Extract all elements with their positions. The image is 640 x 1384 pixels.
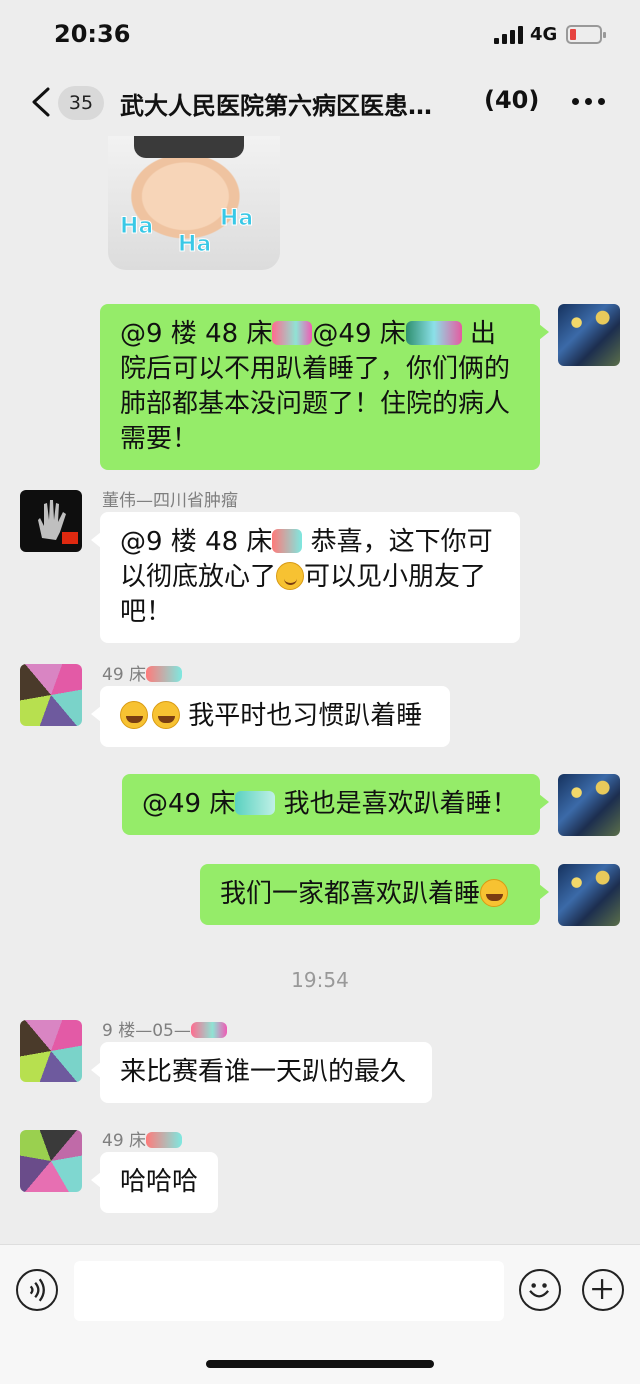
sticker-text: Ha	[119, 214, 154, 240]
sender-name: 49 床	[102, 1126, 183, 1151]
sender-name: 49 床	[102, 660, 183, 685]
message-bubble[interactable]: 我们一家都喜欢趴着睡	[200, 864, 549, 925]
sender-name: 9 楼—05—	[102, 1016, 227, 1041]
unread-count-badge[interactable]: 35	[58, 86, 104, 120]
home-indicator	[206, 1360, 434, 1368]
voice-icon[interactable]	[16, 1269, 58, 1311]
sticker-image[interactable]: Ha Ha Ha	[108, 136, 280, 270]
cry-laugh-emoji-icon	[152, 701, 180, 729]
message-text: 我们一家都喜欢趴着睡	[220, 879, 481, 909]
status-bar: 20:36 4G	[0, 0, 640, 70]
message-bubble[interactable]: @9 楼 48 床 恭喜，这下你可以彻底放心了 可以见小朋友了吧！	[91, 512, 520, 643]
signal-icon	[494, 26, 523, 44]
avatar-sender[interactable]	[20, 1020, 82, 1082]
message-bubble[interactable]: 来比赛看谁一天趴的最久	[91, 1042, 432, 1103]
message-text: @49 床	[142, 789, 236, 819]
message-bubble[interactable]: 哈哈哈	[91, 1152, 218, 1213]
more-dots-icon[interactable]	[572, 98, 605, 105]
redacted-name	[405, 321, 462, 345]
redacted-name	[272, 321, 313, 345]
status-time: 20:36	[54, 20, 131, 48]
message-text: @9 楼 48 床	[120, 319, 273, 349]
smile-emoji-icon	[276, 562, 305, 590]
avatar-sender[interactable]	[20, 490, 82, 552]
cry-laugh-emoji-icon	[480, 879, 509, 907]
chat-title: 武大人民医院第六病区医患…	[120, 92, 432, 120]
battery-icon	[566, 25, 606, 44]
hand-icon	[38, 500, 78, 544]
message-text: @49 床	[312, 319, 406, 349]
message-bubble[interactable]: 我平时也习惯趴着睡	[91, 686, 450, 747]
avatar-sender[interactable]	[20, 1130, 82, 1192]
message-input[interactable]	[74, 1261, 504, 1321]
sticker-text: Ha	[219, 206, 254, 232]
message-text: 来比赛看谁一天趴的最久	[120, 1057, 407, 1087]
message-text: 我平时也习惯趴着睡	[188, 701, 423, 731]
chat-header: 35 武大人民医院第六病区医患… (40)	[0, 70, 640, 136]
chevron-left-icon[interactable]	[28, 86, 56, 118]
message-bubble[interactable]: @49 床 我也是喜欢趴着睡！	[122, 774, 549, 835]
avatar-self[interactable]	[558, 304, 620, 366]
redacted-name	[272, 529, 303, 553]
emoji-icon[interactable]	[519, 1269, 561, 1311]
redacted-name	[235, 791, 276, 815]
message-text: 我也是喜欢趴着睡！	[275, 789, 518, 819]
avatar-self[interactable]	[558, 864, 620, 926]
member-count: (40)	[484, 86, 540, 114]
sender-name: 董伟—四川省肿瘤	[102, 491, 238, 511]
message-bubble[interactable]: @9 楼 48 床 @49 床 出院后可以不用趴着睡了，你们俩的肺部都基本没问题了…	[100, 304, 549, 470]
plus-icon[interactable]	[582, 1269, 624, 1311]
avatar-sender[interactable]	[20, 664, 82, 726]
message-text: @9 楼 48 床	[120, 527, 273, 557]
message-timestamp: 19:54	[291, 968, 349, 992]
cry-laugh-emoji-icon	[120, 701, 148, 729]
sticker-text: Ha	[177, 232, 212, 258]
avatar-self[interactable]	[558, 774, 620, 836]
network-type: 4G	[530, 24, 558, 45]
message-text: 哈哈哈	[120, 1167, 199, 1197]
